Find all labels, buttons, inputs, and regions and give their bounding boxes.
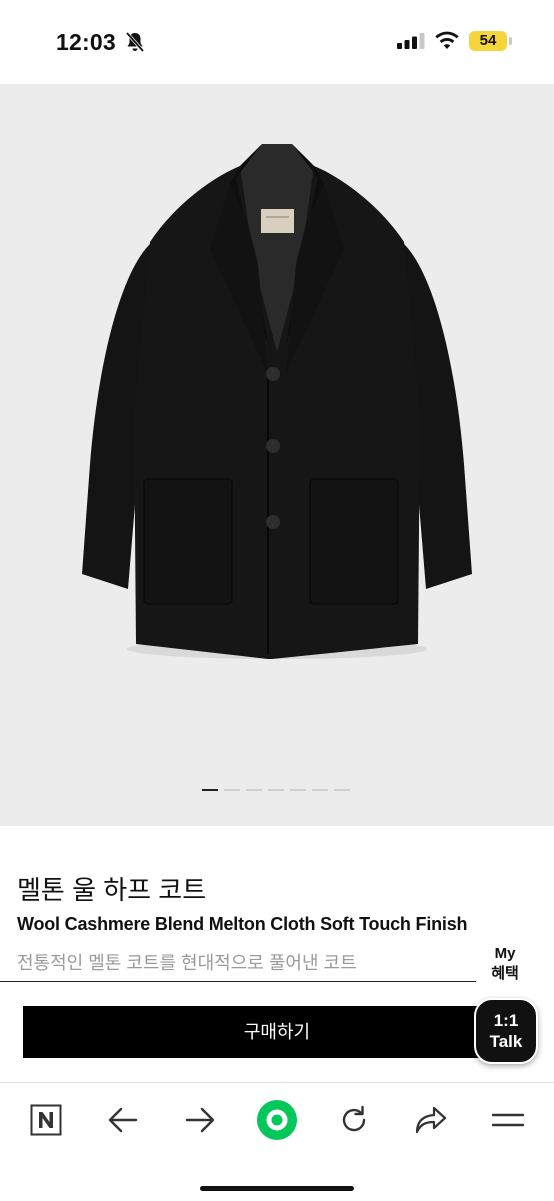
naver-icon [30,1104,62,1136]
wifi-icon [435,31,459,49]
product-title-korean: 멜톤 울 하프 코트 [17,875,207,905]
back-button[interactable] [101,1098,145,1142]
muted-bell-icon [125,31,145,53]
forward-button[interactable] [178,1098,222,1142]
carousel-dot [202,789,218,791]
forward-arrow-icon [185,1107,215,1133]
product-image-carousel[interactable] [0,84,554,826]
product-image-coat [82,144,472,659]
share-icon [415,1106,447,1134]
my-benefit-button[interactable]: My 혜택 [478,944,532,992]
menu-icon [492,1113,524,1127]
cellular-signal-icon [397,33,425,49]
green-home-button[interactable] [255,1098,299,1142]
battery-cap [509,37,512,45]
green-home-icon [257,1100,297,1140]
carousel-dot [334,789,350,791]
menu-button[interactable] [486,1098,530,1142]
carousel-dot [268,789,284,791]
carousel-indicator [0,789,554,793]
my-benefit-line1: My [494,945,516,962]
divider [0,981,476,982]
status-bar: 12:03 54 [0,0,554,84]
home-indicator [200,1186,354,1191]
status-time: 12:03 [56,29,116,55]
my-benefit-line2: 혜택 [491,965,519,982]
carousel-dot [312,789,328,791]
carousel-dot [290,789,306,791]
talk-line1: 1:1 [493,1011,519,1030]
back-arrow-icon [108,1107,138,1133]
share-button[interactable] [409,1098,453,1142]
refresh-icon [342,1105,366,1132]
carousel-dot [246,789,262,791]
browser-toolbar [0,1082,554,1201]
talk-line2: Talk [489,1032,523,1051]
carousel-dot [224,789,240,791]
product-title-english: Wool Cashmere Blend Melton Cloth Soft To… [17,914,468,934]
product-description: 전통적인 멜톤 코트를 현대적으로 풀어낸 코트 [17,953,357,973]
refresh-button[interactable] [332,1098,376,1142]
buy-button[interactable]: 구매하기 [23,1006,531,1058]
naver-home-button[interactable] [24,1098,68,1142]
battery-level: 54 [469,31,507,51]
one-on-one-talk-button[interactable]: 1:1 Talk [474,998,538,1064]
